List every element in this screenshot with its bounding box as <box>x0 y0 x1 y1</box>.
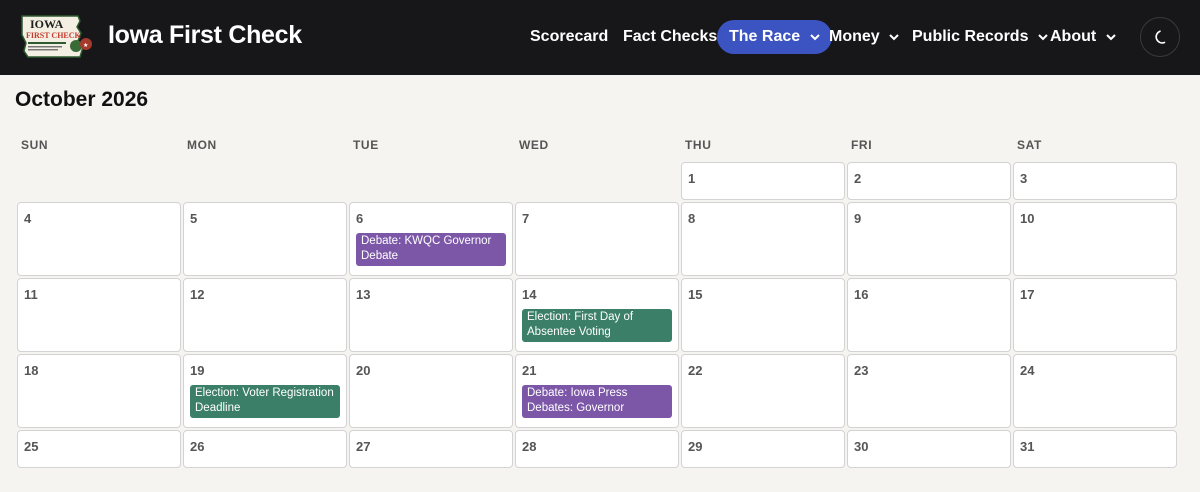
day-number: 13 <box>356 287 371 302</box>
weekday-label: MON <box>187 138 217 152</box>
day-number: 4 <box>24 211 32 226</box>
calendar-day-cell[interactable]: 30 <box>847 430 1011 468</box>
calendar-day-cell[interactable]: 26 <box>183 430 347 468</box>
calendar-event-election[interactable]: Election: First Day of Absentee Voting <box>522 309 672 342</box>
weekday-label: WED <box>519 138 549 152</box>
day-number: 10 <box>1020 211 1035 226</box>
calendar-day-cell[interactable]: 29 <box>681 430 845 468</box>
nav-fact-checks[interactable]: Fact Checks <box>623 20 717 54</box>
chevron-down-icon <box>809 20 820 54</box>
day-number: 11 <box>24 287 38 302</box>
calendar-day-cell[interactable]: 20 <box>349 354 513 428</box>
calendar-event-election[interactable]: Election: Voter Registration Deadline <box>190 385 340 418</box>
day-number: 7 <box>522 211 530 226</box>
nav-label: About <box>1050 28 1097 46</box>
moon-icon <box>1155 30 1166 44</box>
weekday-label: THU <box>685 138 712 152</box>
calendar-day-cell[interactable]: 3 <box>1013 162 1177 200</box>
chevron-down-icon <box>889 20 899 54</box>
calendar-day-cell[interactable]: 7 <box>515 202 679 276</box>
day-number: 1 <box>688 171 696 186</box>
calendar-day-cell[interactable]: 19 Election: Voter Registration Deadline <box>183 354 347 428</box>
nav-label: Public Records <box>912 28 1029 46</box>
day-number: 28 <box>522 439 537 454</box>
day-number: 16 <box>854 287 869 302</box>
day-number: 25 <box>24 439 39 454</box>
day-number: 21 <box>522 363 537 378</box>
calendar-day-cell[interactable]: 15 <box>681 278 845 352</box>
calendar-day-cell[interactable]: 13 <box>349 278 513 352</box>
day-number: 30 <box>854 439 869 454</box>
day-number: 9 <box>854 211 862 226</box>
day-number: 24 <box>1020 363 1035 378</box>
day-number: 15 <box>688 287 703 302</box>
day-number: 14 <box>522 287 537 302</box>
day-number: 5 <box>190 211 198 226</box>
calendar-day-cell[interactable]: 17 <box>1013 278 1177 352</box>
svg-text:IOWA: IOWA <box>30 17 64 31</box>
calendar-day-cell[interactable]: 22 <box>681 354 845 428</box>
day-number: 8 <box>688 211 696 226</box>
calendar-day-cell[interactable]: 9 <box>847 202 1011 276</box>
day-number: 29 <box>688 439 703 454</box>
weekday-label: FRI <box>851 138 873 152</box>
calendar-day-cell[interactable]: 21 Debate: Iowa Press Debates: Governor <box>515 354 679 428</box>
calendar-day-cell[interactable]: 1 <box>681 162 845 200</box>
nav-money[interactable]: Money <box>829 20 899 54</box>
nav-label: Money <box>829 28 880 46</box>
calendar-day-cell[interactable]: 2 <box>847 162 1011 200</box>
day-number: 31 <box>1020 439 1035 454</box>
calendar-day-cell[interactable]: 28 <box>515 430 679 468</box>
nav-public-records[interactable]: Public Records <box>912 20 1048 54</box>
day-number: 20 <box>356 363 371 378</box>
calendar-day-cell[interactable]: 5 <box>183 202 347 276</box>
nav-label: Fact Checks <box>623 28 718 45</box>
chevron-down-icon <box>1105 20 1116 54</box>
nav-about[interactable]: About <box>1050 20 1116 54</box>
day-number: 22 <box>688 363 703 378</box>
day-number: 12 <box>190 287 205 302</box>
calendar-day-cell[interactable]: 18 <box>17 354 181 428</box>
svg-text:★: ★ <box>83 42 88 49</box>
day-number: 18 <box>24 363 39 378</box>
theme-toggle-button[interactable] <box>1140 17 1180 57</box>
calendar-day-cell[interactable]: 24 <box>1013 354 1177 428</box>
day-number: 3 <box>1020 171 1028 186</box>
calendar-event-debate[interactable]: Debate: Iowa Press Debates: Governor <box>522 385 672 418</box>
calendar-day-cell[interactable]: 16 <box>847 278 1011 352</box>
month-title: October 2026 <box>15 88 149 111</box>
chevron-down-icon <box>1038 20 1048 54</box>
calendar-day-cell[interactable]: 11 <box>17 278 181 352</box>
top-navigation-bar: IOWA FIRST CHECK ★ Iowa First Check Scor… <box>0 0 1200 75</box>
day-number: 19 <box>190 363 205 378</box>
weekday-label: SAT <box>1017 138 1042 152</box>
day-number: 17 <box>1020 287 1035 302</box>
weekday-label: TUE <box>353 138 379 152</box>
nav-scorecard[interactable]: Scorecard <box>530 20 608 54</box>
calendar-day-cell[interactable]: 8 <box>681 202 845 276</box>
svg-text:FIRST CHECK: FIRST CHECK <box>26 31 82 40</box>
nav-the-race[interactable]: The Race <box>717 20 832 54</box>
nav-label: Scorecard <box>530 28 609 45</box>
day-number: 23 <box>854 363 869 378</box>
nav-label: The Race <box>729 28 801 46</box>
site-logo[interactable]: IOWA FIRST CHECK ★ <box>20 13 94 60</box>
day-number: 26 <box>190 439 205 454</box>
calendar-day-cell[interactable]: 12 <box>183 278 347 352</box>
calendar-event-debate[interactable]: Debate: KWQC Governor Debate <box>356 233 506 266</box>
day-number: 2 <box>854 171 862 186</box>
calendar-day-cell[interactable]: 4 <box>17 202 181 276</box>
day-number: 6 <box>356 211 364 226</box>
calendar-day-cell[interactable]: 27 <box>349 430 513 468</box>
calendar-day-cell[interactable]: 31 <box>1013 430 1177 468</box>
calendar-day-cell[interactable]: 25 <box>17 430 181 468</box>
calendar-day-cell[interactable]: 23 <box>847 354 1011 428</box>
weekday-label: SUN <box>21 138 49 152</box>
day-number: 27 <box>356 439 371 454</box>
calendar-day-cell[interactable]: 6 Debate: KWQC Governor Debate <box>349 202 513 276</box>
calendar-day-cell[interactable]: 14 Election: First Day of Absentee Voting <box>515 278 679 352</box>
calendar-day-cell[interactable]: 10 <box>1013 202 1177 276</box>
site-title[interactable]: Iowa First Check <box>108 21 302 50</box>
